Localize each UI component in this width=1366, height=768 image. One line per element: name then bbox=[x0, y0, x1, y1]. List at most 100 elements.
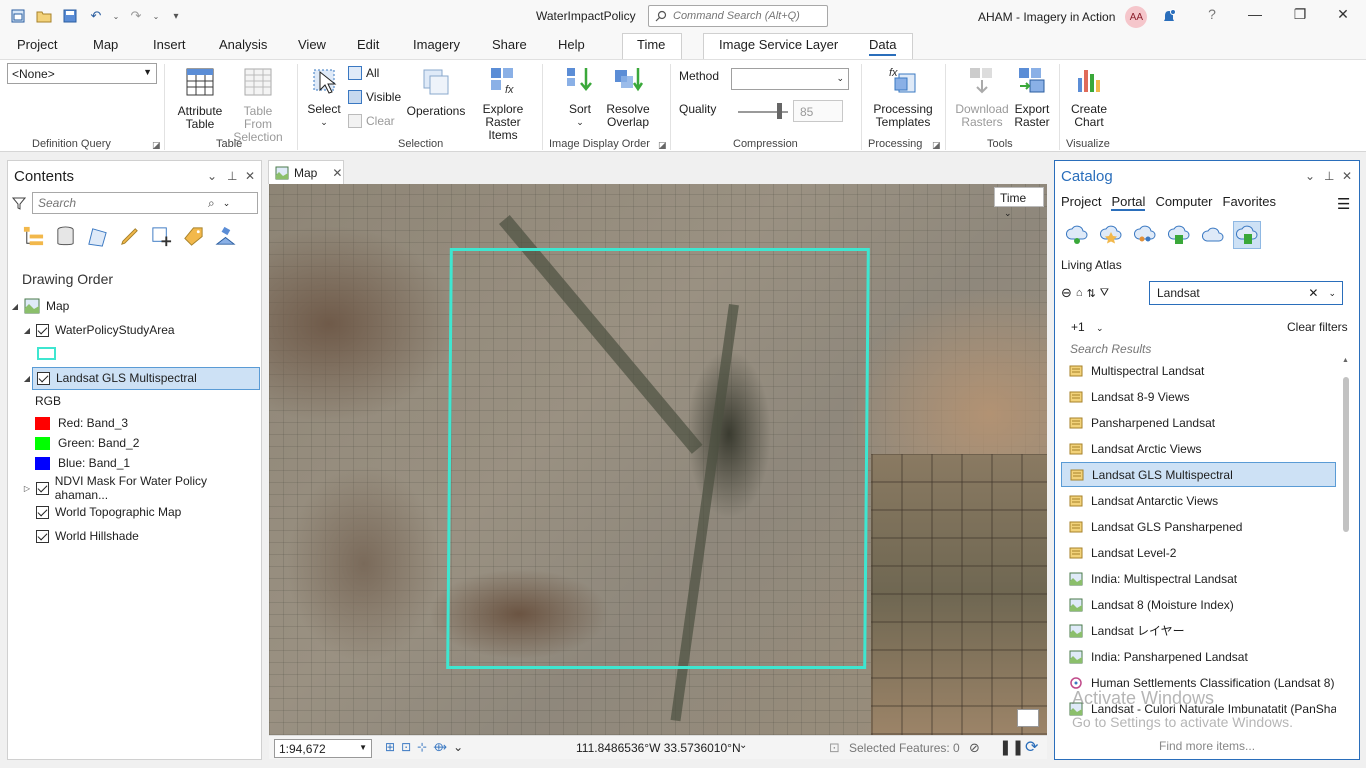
chevron-down-icon[interactable]: ⌄ bbox=[453, 740, 463, 754]
dialog-launcher-icon[interactable]: ◪ bbox=[152, 140, 161, 151]
processing-templates-button[interactable]: fx Processing Templates bbox=[870, 64, 936, 129]
tab-data[interactable]: Data bbox=[869, 37, 897, 56]
layer-row[interactable]: World Hillshade bbox=[8, 525, 261, 547]
pause-drawing-icon[interactable]: ❚❚ bbox=[999, 738, 1024, 756]
list-by-snapping-icon[interactable] bbox=[150, 225, 173, 248]
back-icon[interactable]: ⊖ bbox=[1061, 285, 1072, 301]
select-visible-button[interactable]: Visible bbox=[348, 90, 401, 104]
catalog-tab-portal[interactable]: Portal bbox=[1111, 194, 1146, 211]
definition-query-select[interactable]: <None> ▼ bbox=[7, 63, 157, 84]
customize-toolbar-icon[interactable]: ▾ bbox=[166, 7, 186, 25]
tab-image-service-layer[interactable]: Image Service Layer bbox=[719, 37, 838, 52]
command-search-input[interactable] bbox=[673, 10, 823, 22]
table-from-selection-button[interactable]: Table From Selection bbox=[228, 66, 288, 144]
search-result-item[interactable]: India: Multispectral Landsat bbox=[1061, 566, 1336, 591]
search-result-item[interactable]: Landsat レイヤー bbox=[1061, 618, 1336, 643]
close-icon[interactable]: ✕ bbox=[1342, 169, 1352, 183]
list-by-drawing-order-icon[interactable] bbox=[22, 225, 45, 248]
catalog-tab-computer[interactable]: Computer bbox=[1155, 194, 1212, 211]
minimize-icon[interactable]: — bbox=[1245, 6, 1265, 22]
scroll-up-icon[interactable]: ▲ bbox=[1342, 357, 1349, 364]
pane-options-icon[interactable]: ⌄ bbox=[207, 169, 217, 183]
search-result-item[interactable]: Pansharpened Landsat bbox=[1061, 410, 1336, 435]
method-select[interactable]: ⌄ bbox=[731, 68, 849, 90]
quality-input[interactable]: 85 bbox=[793, 100, 843, 122]
export-raster-button[interactable]: Export Raster bbox=[1012, 64, 1052, 129]
layer-visibility-checkbox[interactable] bbox=[36, 529, 49, 543]
search-result-item[interactable]: Landsat 8-9 Views bbox=[1061, 384, 1336, 409]
tab-map[interactable]: Map bbox=[93, 37, 118, 52]
refresh-icon[interactable]: ⟳ bbox=[1025, 737, 1038, 757]
refresh-layers-icon[interactable]: ⊘ bbox=[969, 740, 980, 756]
search-result-item[interactable]: Landsat Antarctic Views bbox=[1061, 488, 1336, 513]
results-scrollbar[interactable]: ▲ bbox=[1342, 357, 1350, 727]
close-icon[interactable]: ✕ bbox=[332, 166, 342, 180]
search-result-item[interactable]: Landsat GLS Pansharpened bbox=[1061, 514, 1336, 539]
my-favorites-icon[interactable] bbox=[1097, 221, 1125, 249]
green-swatch[interactable] bbox=[35, 436, 50, 450]
quality-slider-thumb[interactable] bbox=[777, 103, 782, 119]
layer-visibility-checkbox[interactable] bbox=[36, 505, 49, 519]
tab-share[interactable]: Share bbox=[492, 37, 527, 52]
list-by-perspective-imagery-icon[interactable] bbox=[214, 225, 237, 248]
tab-view[interactable]: View bbox=[298, 37, 326, 52]
pin-icon[interactable]: ⊥ bbox=[1324, 169, 1334, 183]
search-result-item[interactable]: Multispectral Landsat bbox=[1061, 358, 1336, 383]
redo-icon[interactable]: ↷ bbox=[126, 7, 146, 25]
navigator-icon[interactable]: ⟴ bbox=[433, 740, 447, 754]
layer-visibility-checkbox[interactable] bbox=[36, 323, 49, 337]
tab-analysis[interactable]: Analysis bbox=[219, 37, 267, 52]
catalog-tab-project[interactable]: Project bbox=[1061, 194, 1101, 211]
sort-icon[interactable]: ⇅ bbox=[1087, 287, 1096, 300]
home-icon[interactable]: ⌂ bbox=[1076, 287, 1083, 299]
notifications-icon[interactable] bbox=[1161, 9, 1177, 25]
grid-icon[interactable]: ⊞ bbox=[385, 740, 395, 754]
select-button[interactable]: Select ⌄ bbox=[306, 64, 342, 129]
chevron-down-icon[interactable]: ⌄ bbox=[739, 740, 747, 751]
scale-select[interactable]: 1:94,672 ▼ bbox=[274, 739, 372, 758]
tab-map-view[interactable]: Map ✕ bbox=[268, 160, 344, 184]
close-icon[interactable]: ✕ bbox=[245, 169, 255, 183]
create-chart-button[interactable]: Create Chart bbox=[1068, 64, 1110, 129]
my-groups-icon[interactable] bbox=[1131, 221, 1159, 249]
layer-row[interactable]: ◢ WaterPolicyStudyArea bbox=[8, 319, 261, 341]
list-by-labeling-icon[interactable] bbox=[182, 225, 205, 248]
tab-imagery[interactable]: Imagery bbox=[413, 37, 460, 52]
new-project-icon[interactable] bbox=[8, 7, 28, 25]
tab-time[interactable]: Time bbox=[637, 37, 665, 52]
dialog-launcher-icon[interactable]: ◪ bbox=[658, 140, 667, 151]
contents-search[interactable]: ⌕ ⌄ bbox=[32, 192, 258, 214]
arcgis-online-icon[interactable] bbox=[1199, 221, 1227, 249]
my-organization-icon[interactable] bbox=[1165, 221, 1193, 249]
layer-row[interactable]: World Topographic Map bbox=[8, 501, 261, 523]
filter-icon[interactable] bbox=[12, 196, 26, 210]
living-atlas-icon[interactable] bbox=[1233, 221, 1261, 249]
catalog-search[interactable]: Landsat ✕ ⌄ bbox=[1149, 281, 1343, 305]
search-result-item[interactable]: Landsat Level-2 bbox=[1061, 540, 1336, 565]
filter-icon[interactable]: ⛛ bbox=[1100, 287, 1109, 300]
clear-filters-link[interactable]: Clear filters bbox=[1287, 320, 1348, 334]
extent-icon[interactable]: ⊡ bbox=[401, 740, 411, 754]
chevron-down-icon[interactable]: ⌄ bbox=[1328, 288, 1336, 299]
menu-icon[interactable]: ☰ bbox=[1337, 195, 1350, 213]
restore-icon[interactable]: ❐ bbox=[1290, 6, 1310, 23]
tab-insert[interactable]: Insert bbox=[153, 37, 186, 52]
measure-icon[interactable]: ⊹ bbox=[417, 740, 427, 754]
map-overview-icon[interactable] bbox=[1017, 709, 1039, 727]
study-area-symbol[interactable] bbox=[37, 347, 56, 360]
layer-row-selected[interactable]: ◢ Landsat GLS Multispectral bbox=[8, 366, 261, 390]
search-result-item[interactable]: Landsat 8 (Moisture Index) bbox=[1061, 592, 1336, 617]
explore-raster-items-button[interactable]: fx Explore Raster Items bbox=[470, 64, 536, 142]
open-project-icon[interactable] bbox=[34, 7, 54, 25]
chevron-down-icon[interactable]: ⌄ bbox=[223, 198, 231, 209]
list-by-editing-icon[interactable] bbox=[118, 225, 141, 248]
sort-button[interactable]: Sort ⌄ bbox=[562, 64, 598, 129]
operations-button[interactable]: Operations bbox=[406, 66, 466, 118]
redo-dropdown-icon[interactable]: ⌄ bbox=[152, 7, 160, 25]
layer-visibility-checkbox[interactable] bbox=[37, 371, 50, 385]
select-all-button[interactable]: All bbox=[348, 66, 379, 80]
expand-arrow-icon[interactable]: ◢ bbox=[22, 374, 32, 383]
search-result-item[interactable]: India: Pansharpened Landsat bbox=[1061, 644, 1336, 669]
undo-icon[interactable]: ↶ bbox=[86, 7, 106, 25]
clear-selection-button[interactable]: Clear bbox=[348, 114, 395, 128]
